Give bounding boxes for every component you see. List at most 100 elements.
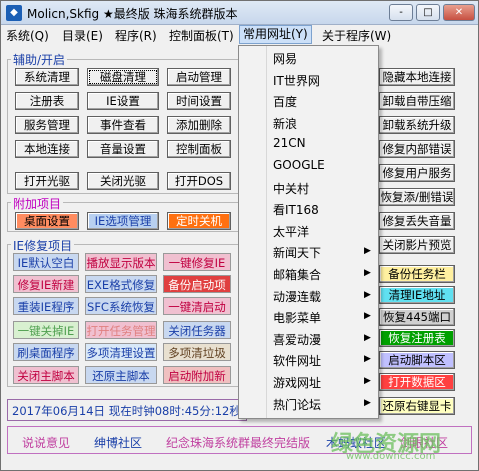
right-column-button[interactable]: 启动脚本区 (379, 351, 455, 369)
right-column-button[interactable]: 关闭影片预览 (379, 236, 455, 254)
ie-repair-button[interactable]: 多项清理设置 (85, 343, 157, 361)
dropdown-item[interactable]: 喜爱动漫 (273, 331, 321, 348)
menu-bar: 系统(Q) 目录(E) 程序(R) 控制面板(T) 常用网址(Y) 关于程序(W… (1, 25, 478, 45)
assist-button[interactable]: 本地连接 (15, 140, 79, 158)
assist-button[interactable]: 系统清理 (15, 68, 79, 86)
dropdown-item[interactable]: 软件网址 (273, 352, 321, 369)
assist-button[interactable]: 时间设置 (167, 92, 231, 110)
memorial-edition-link[interactable]: 纪念珠海系统群最终完结版 (166, 434, 310, 451)
right-column-button[interactable]: 恢复添/删错误 (379, 188, 455, 206)
right-column-button[interactable]: 修复内部错误 (379, 140, 455, 158)
assist-button[interactable]: 服务管理 (15, 116, 79, 134)
right-column-button[interactable]: 修复用户服务 (379, 164, 455, 182)
status-box: 2017年06月14日 现在时钟08时:45分:12秒 (7, 399, 247, 421)
scheduled-shutdown-button[interactable]: 定时关机 (167, 212, 231, 230)
menu-about[interactable]: 关于程序(W) (319, 27, 394, 44)
ie-repair-button[interactable]: 多项清垃圾 (163, 343, 231, 361)
assist-button[interactable]: 磁盘清理 (87, 68, 159, 86)
assist-button[interactable]: 添加删除 (167, 116, 231, 134)
ie-repair-button[interactable]: 重装IE程序 (13, 297, 79, 315)
dropdown-item[interactable]: 电影菜单 (273, 309, 321, 326)
submenu-arrow-icon: ▶ (364, 354, 371, 365)
submenu-arrow-icon: ▶ (364, 268, 371, 278)
menu-directory[interactable]: 目录(E) (59, 27, 106, 44)
assist-button[interactable]: 事件查看 (87, 116, 159, 134)
submenu-arrow-icon: ▶ (364, 289, 371, 300)
dropdown-item[interactable]: 热门论坛 (273, 396, 321, 413)
dropdown-item[interactable]: 中关村 (273, 180, 309, 197)
assist-button[interactable]: 音量设置 (87, 140, 159, 158)
ie-repair-button[interactable]: 刷桌面程序 (13, 343, 79, 361)
submenu-arrow-icon: ▶ (364, 311, 371, 322)
ie-options-button[interactable]: IE选项管理 (87, 212, 159, 230)
app-icon: ◆ (6, 5, 22, 21)
assist-button[interactable]: 打开光驱 (15, 172, 79, 190)
dropdown-item[interactable]: GOOGLE (273, 158, 325, 172)
datetime-text: 2017年06月14日 现在时钟08时:45分:12秒 (12, 404, 241, 418)
ie-repair-button[interactable]: 播放显示版本 (85, 253, 157, 271)
assist-button[interactable]: IE设置 (87, 92, 159, 110)
ie-repair-button[interactable]: 还原主脚本 (85, 366, 157, 384)
assist-group-label: 辅助/开启 (11, 51, 68, 68)
right-column-button[interactable]: 卸载系统升级 (379, 116, 455, 134)
right-column-button[interactable]: 恢复注册表 (379, 329, 455, 347)
ie-repair-button[interactable]: 打开任务管理 (85, 321, 157, 339)
ie-repair-button[interactable]: 备份启动项 (163, 275, 231, 293)
dropdown-item[interactable]: 游戏网址 (273, 374, 321, 391)
ie-repair-button[interactable]: 关闭任务器 (163, 321, 231, 339)
dropdown-item[interactable]: 动漫连载 (273, 288, 321, 305)
right-column-button[interactable]: 备份任务栏 (379, 265, 455, 283)
right-column-button[interactable]: 打开数据区 (379, 373, 455, 391)
desktop-settings-button[interactable]: 桌面设置 (15, 212, 79, 230)
dropdown-item[interactable]: 新闻天下 (273, 244, 321, 261)
feedback-link[interactable]: 说说意见 (22, 434, 70, 451)
dropdown-item[interactable]: 21CN (273, 136, 306, 150)
menu-system[interactable]: 系统(Q) (3, 27, 52, 44)
dropdown-item[interactable]: 邮箱集合 (273, 266, 321, 283)
right-column-button[interactable]: 还原右键显卡 (379, 397, 455, 415)
right-column-button[interactable]: 隐藏本地连接 (379, 68, 455, 86)
ie-repair-button[interactable]: 修复IE新建 (13, 275, 79, 293)
dropdown-item[interactable]: 太平洋 (273, 223, 309, 240)
close-button[interactable]: ✕ (443, 4, 475, 21)
menu-control-panel[interactable]: 控制面板(T) (166, 27, 237, 44)
assist-button[interactable]: 关闭光驱 (87, 172, 159, 190)
ie-repair-button[interactable]: EXE格式修复 (85, 275, 157, 293)
dropdown-item[interactable]: 网易 (273, 50, 297, 67)
shenbo-community-link[interactable]: 绅博社区 (94, 434, 142, 451)
ie-repair-button[interactable]: 一键关掉IE (13, 321, 79, 339)
submenu-arrow-icon: ▶ (364, 332, 371, 343)
menu-common-urls[interactable]: 常用网址(Y) (239, 25, 312, 44)
ie-repair-button[interactable]: SFC系统恢复 (85, 297, 157, 315)
menu-separator (266, 46, 267, 418)
minimize-button[interactable]: - (389, 4, 413, 21)
dropdown-item[interactable]: 新浪 (273, 115, 297, 132)
dropdown-item[interactable]: 百度 (273, 93, 297, 110)
maximize-button[interactable]: □ (416, 4, 440, 21)
ie-repair-group-label: IE修复项目 (11, 237, 75, 254)
right-column-button[interactable]: 修复丢失音量 (379, 212, 455, 230)
assist-button[interactable]: 启动管理 (167, 68, 231, 86)
assist-button[interactable]: 打开DOS (167, 172, 231, 190)
ie-repair-button[interactable]: 启动附加新 (163, 366, 231, 384)
ie-repair-button[interactable]: 关闭主脚本 (13, 366, 79, 384)
app-window: ◆ Molicn,Skfig ★最终版 珠海系统群版本 - □ ✕ 系统(Q) … (0, 0, 479, 471)
window-title: Molicn,Skfig ★最终版 珠海系统群版本 (27, 7, 238, 21)
ie-repair-button[interactable]: 一键清启动 (163, 297, 231, 315)
right-column-button[interactable]: 恢复445端口 (379, 308, 455, 326)
title-bar: ◆ Molicn,Skfig ★最终版 珠海系统群版本 - □ ✕ (1, 1, 478, 25)
right-column-button[interactable]: 卸载自带压缩 (379, 92, 455, 110)
extra-group-label: 附加项目 (11, 195, 64, 212)
ie-repair-button[interactable]: 一键修复IE (163, 253, 231, 271)
submenu-arrow-icon: ▶ (364, 397, 371, 408)
ie-repair-button[interactable]: IE默认空白 (13, 253, 79, 271)
right-column-button[interactable]: 清理IE地址 (379, 286, 455, 304)
assist-button[interactable]: 注册表 (15, 92, 79, 110)
menu-program[interactable]: 程序(R) (112, 27, 160, 44)
submenu-arrow-icon: ▶ (364, 376, 371, 386)
assist-button[interactable]: 控制面板 (167, 140, 231, 158)
dropdown-item[interactable]: 看IT168 (273, 201, 319, 218)
watermark-url: www.downcc.com (346, 451, 436, 462)
dropdown-item[interactable]: IT世界网 (273, 72, 320, 89)
common-urls-dropdown: 网易 IT世界网百度新浪 21CN GOOGLE 中关村看IT168 太平洋新闻天下 ▶ 邮箱… (238, 45, 379, 419)
